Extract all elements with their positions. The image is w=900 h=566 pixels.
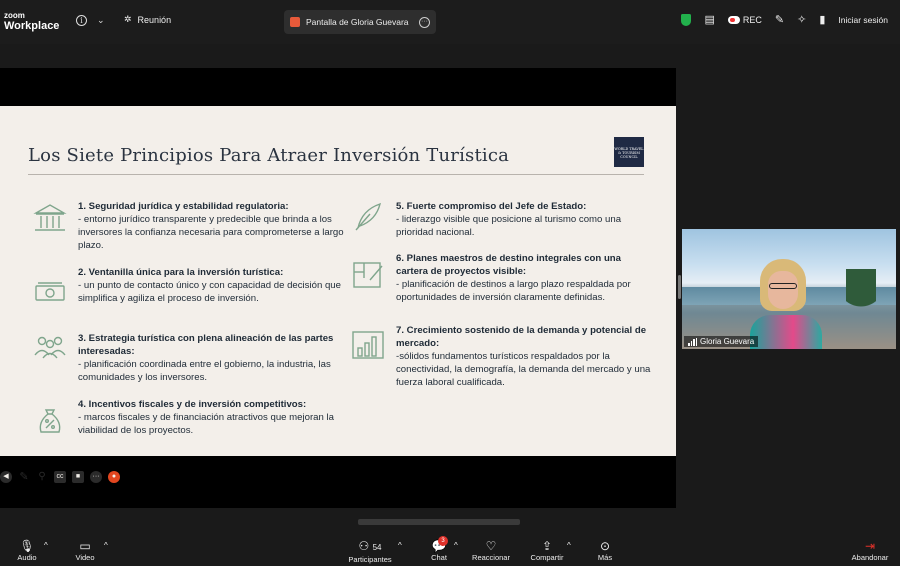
presentation-slide: Los Siete Principios Para Atraer Inversi… (0, 106, 676, 483)
share-chevron-icon[interactable]: ^ (567, 541, 571, 550)
shared-screen: Los Siete Principios Para Atraer Inversi… (0, 68, 676, 508)
sign-in-link[interactable]: Iniciar sesión (838, 15, 888, 25)
slideshow-controls: ◀ ✎ ⚲ cc ■ ··· ● (0, 471, 120, 483)
principle-4: 4. Incentivos fiscales y de inversión co… (78, 399, 334, 436)
principle-5: 5. Fuerte compromiso del Jefe de Estado:… (396, 201, 622, 238)
powerpoint-icon (290, 17, 300, 27)
more-options-icon[interactable]: ··· (419, 16, 430, 28)
share-screen-icon: ⇪ (541, 539, 553, 553)
ai-companion-icon[interactable]: ✧ (797, 13, 806, 26)
audio-options-chevron-icon[interactable]: ^ (44, 541, 48, 550)
participant-image (750, 259, 822, 349)
money-bag-icon (32, 404, 68, 438)
screen-share-indicator[interactable]: Pantalla de Gloria Guevara ··· (284, 10, 436, 34)
security-shield-icon[interactable] (681, 13, 692, 26)
principle-2: 2. Ventanilla única para la inversión tu… (78, 267, 341, 304)
participant-video[interactable]: Gloria Guevara (682, 229, 896, 349)
chat-button[interactable]: 💬 3 Chat (428, 536, 450, 562)
participants-icon: ⚇ (358, 539, 370, 553)
meeting-toolbar: 🎙 Audio ^ ▭ Video ^ ⚇ 54 Participantes ^… (0, 532, 900, 566)
notes-icon[interactable]: ▤ (704, 13, 714, 26)
growth-chart-icon (350, 328, 386, 362)
participants-button[interactable]: ⚇ 54 Participantes (344, 539, 396, 564)
video-off-icon: ▭ (79, 539, 91, 553)
feather-icon (350, 200, 386, 234)
chat-chevron-icon[interactable]: ^ (454, 541, 458, 550)
principle-1: 1. Seguridad jurídica y estabilidad regu… (78, 201, 344, 251)
subtitles-icon[interactable]: cc (54, 471, 66, 483)
money-icon (32, 274, 68, 308)
principle-7: 7. Crecimiento sostenido de la demanda y… (396, 325, 651, 388)
gallery-scroll-handle[interactable] (358, 519, 520, 525)
previous-slide-icon[interactable]: ◀ (0, 471, 12, 483)
leave-button[interactable]: ⇥ Abandonar (848, 539, 892, 562)
pen-icon[interactable]: ✎ (18, 471, 30, 483)
camera-icon[interactable]: ■ (72, 471, 84, 483)
chevron-down-icon[interactable]: ⌄ (97, 15, 105, 26)
more-button[interactable]: ⊙ Más (594, 539, 616, 562)
slide-title: Los Siete Principios Para Atraer Inversi… (28, 145, 510, 166)
annotate-icon[interactable]: ✎ (775, 13, 784, 26)
title-divider (28, 174, 644, 175)
resize-handle[interactable] (678, 275, 681, 299)
principle-6: 6. Planes maestros de destino integrales… (396, 253, 631, 303)
react-button[interactable]: ♡ Reaccionar (470, 539, 512, 562)
more-icon[interactable]: ··· (90, 471, 102, 483)
info-icon[interactable]: i (76, 15, 87, 26)
leave-icon: ⇥ (864, 539, 876, 553)
top-bar: zoom Workplace i ⌄ ✲ Reunión Pantalla de… (0, 0, 900, 44)
presenter-icon[interactable]: ● (108, 471, 120, 483)
bank-icon (32, 201, 68, 235)
share-button[interactable]: ⇪ Compartir (528, 539, 566, 562)
video-button[interactable]: ▭ Video (72, 539, 98, 562)
cloud-record-icon (727, 15, 740, 24)
video-options-chevron-icon[interactable]: ^ (104, 541, 108, 550)
chat-unread-badge: 3 (438, 536, 448, 546)
master-plan-icon (350, 258, 386, 292)
record-button[interactable]: REC (727, 15, 762, 25)
more-icon: ⊙ (599, 539, 611, 553)
participant-name-tag: Gloria Guevara (684, 336, 759, 347)
meeting-button[interactable]: ✲ Reunión (124, 14, 171, 25)
apps-icon[interactable]: ▮ (819, 13, 825, 26)
principle-3: 3. Estrategia turística con plena alinea… (78, 333, 334, 383)
audio-button[interactable]: 🎙 Audio (14, 539, 40, 562)
stakeholders-icon (32, 330, 68, 364)
participants-chevron-icon[interactable]: ^ (398, 541, 402, 550)
people-icon: ✲ (124, 14, 132, 24)
zoom-icon[interactable]: ⚲ (36, 471, 48, 483)
zoom-logo: zoom Workplace (4, 11, 60, 32)
wttc-logo: WORLD TRAVEL & TOURISM COUNCIL (614, 137, 644, 167)
muted-microphone-icon: 🎙 (19, 539, 35, 553)
signal-strength-icon (688, 337, 697, 346)
heart-icon: ♡ (485, 539, 497, 553)
